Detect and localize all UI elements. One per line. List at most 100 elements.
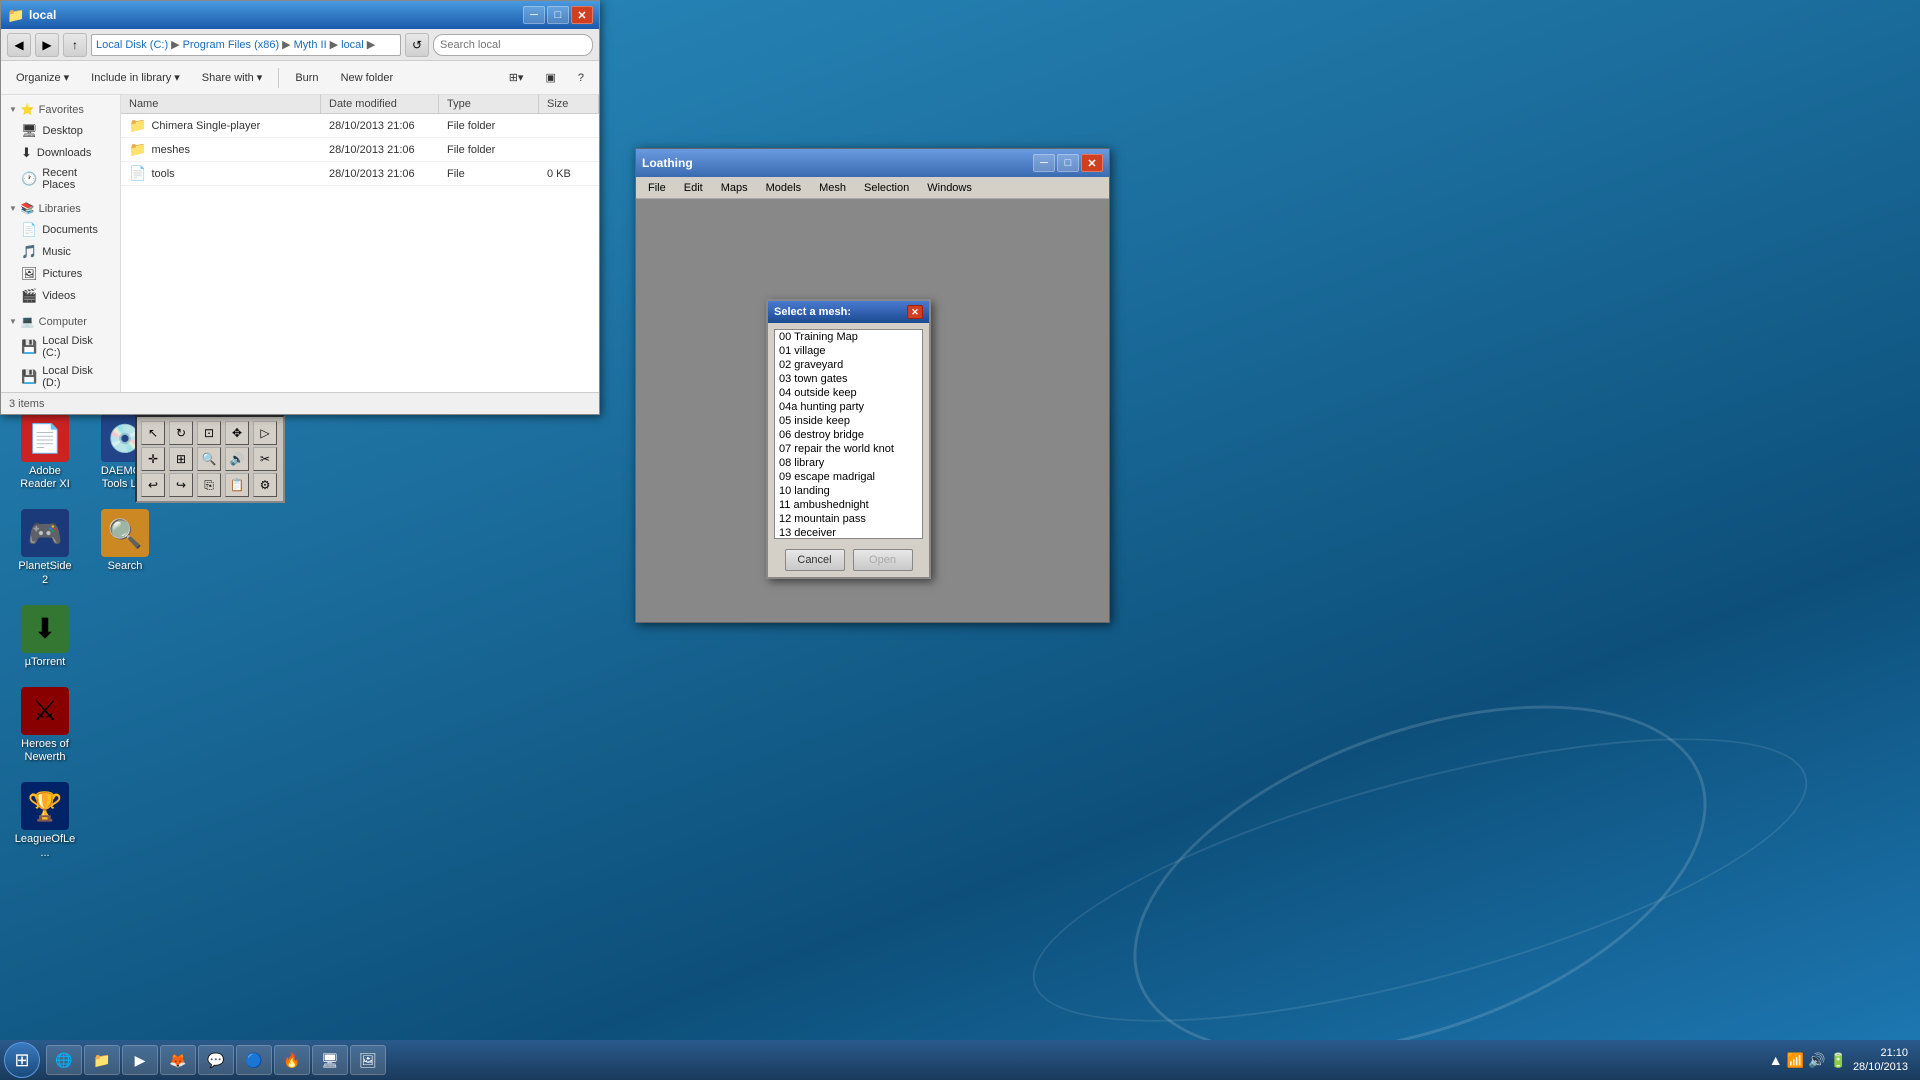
nav-item-recent-places[interactable]: 🕐 Recent Places xyxy=(1,164,120,194)
breadcrumb-myth[interactable]: Myth II xyxy=(294,39,327,51)
tool-move[interactable]: ✥ xyxy=(225,421,249,445)
breadcrumb-local-disk[interactable]: Local Disk (C:) xyxy=(96,39,168,51)
list-item[interactable]: 11 ambushednight xyxy=(775,498,922,512)
share-with-button[interactable]: Share with ▾ xyxy=(193,65,272,91)
tool-grid[interactable]: ⊞ xyxy=(169,447,193,471)
loathing-close[interactable]: ✕ xyxy=(1081,154,1103,172)
list-item[interactable]: 01 village xyxy=(775,344,922,358)
help-button[interactable]: ? xyxy=(569,65,593,91)
taskbar-explorer[interactable]: 📁 xyxy=(84,1045,120,1075)
taskbar-skype[interactable]: 💬 xyxy=(198,1045,234,1075)
column-size[interactable]: Size xyxy=(539,95,599,113)
menu-selection[interactable]: Selection xyxy=(856,180,917,196)
up-button[interactable]: ↑ xyxy=(63,33,87,57)
table-row[interactable]: 📄 tools 28/10/2013 21:06 File 0 KB xyxy=(121,162,599,186)
desktop-icon-adobe[interactable]: 📄 Adobe Reader XI xyxy=(10,410,80,495)
dialog-close-button[interactable]: ✕ xyxy=(907,305,923,319)
breadcrumb-local[interactable]: local xyxy=(341,39,364,51)
mesh-listbox[interactable]: 00 Training Map 01 village 02 graveyard … xyxy=(774,329,923,539)
open-button[interactable]: Open xyxy=(853,549,913,571)
loathing-minimize[interactable]: ─ xyxy=(1033,154,1055,172)
systray-arrow[interactable]: ▲ xyxy=(1769,1052,1783,1068)
back-button[interactable]: ◀ xyxy=(7,33,31,57)
tool-select[interactable]: ↖ xyxy=(141,421,165,445)
taskbar-ie[interactable]: 🌐 xyxy=(46,1045,82,1075)
column-name[interactable]: Name xyxy=(121,95,321,113)
list-item[interactable]: 08 library xyxy=(775,456,922,470)
tool-zoom[interactable]: 🔍 xyxy=(197,447,221,471)
tool-poly[interactable]: ▷ xyxy=(253,421,277,445)
nav-item-music[interactable]: 🎵 Music xyxy=(1,241,120,263)
taskbar-media[interactable]: ▶ xyxy=(122,1045,158,1075)
nav-item-pictures[interactable]: 🖼 Pictures xyxy=(1,263,120,285)
breadcrumb-bar[interactable]: Local Disk (C:) ▶ Program Files (x86) ▶ … xyxy=(91,34,401,56)
start-button[interactable]: ⊞ xyxy=(4,1042,40,1078)
desktop-icon-hon[interactable]: ⚔ Heroes of Newerth xyxy=(10,683,80,768)
maximize-button[interactable]: □ xyxy=(547,6,569,24)
list-item[interactable]: 10 landing xyxy=(775,484,922,498)
view-options-button[interactable]: ⊞▾ xyxy=(500,65,533,91)
menu-models[interactable]: Models xyxy=(758,180,809,196)
taskbar-chrome[interactable]: 🔵 xyxy=(236,1045,272,1075)
tool-redo[interactable]: ↪ xyxy=(169,473,193,497)
computer-header[interactable]: ▼ 💻 Computer xyxy=(1,311,120,332)
taskbar-clock[interactable]: 21:10 28/10/2013 xyxy=(1853,1046,1908,1075)
tool-copy[interactable]: ⎘ xyxy=(197,473,221,497)
list-item[interactable]: 06 destroy bridge xyxy=(775,428,922,442)
breadcrumb-program-files[interactable]: Program Files (x86) xyxy=(183,39,280,51)
desktop-icon-search[interactable]: 🔍 Search xyxy=(90,505,160,590)
list-item[interactable]: 02 graveyard xyxy=(775,358,922,372)
tool-delete[interactable]: ✂ xyxy=(253,447,277,471)
new-folder-button[interactable]: New folder xyxy=(332,65,403,91)
taskbar-photoshop[interactable]: 🖼 xyxy=(350,1045,386,1075)
tool-undo[interactable]: ↩ xyxy=(141,473,165,497)
column-type[interactable]: Type xyxy=(439,95,539,113)
tool-volume[interactable]: 🔊 xyxy=(225,447,249,471)
burn-button[interactable]: Burn xyxy=(286,65,327,91)
column-date[interactable]: Date modified xyxy=(321,95,439,113)
close-button[interactable]: ✕ xyxy=(571,6,593,24)
refresh-button[interactable]: ↺ xyxy=(405,33,429,57)
menu-maps[interactable]: Maps xyxy=(713,180,756,196)
list-item[interactable]: 09 escape madrigal xyxy=(775,470,922,484)
desktop-icon-planetside[interactable]: 🎮 PlanetSide 2 xyxy=(10,505,80,590)
list-item[interactable]: 05 inside keep xyxy=(775,414,922,428)
nav-item-desktop[interactable]: 🖥 Desktop xyxy=(1,120,120,142)
taskbar-flame[interactable]: 🔥 xyxy=(274,1045,310,1075)
minimize-button[interactable]: ─ xyxy=(523,6,545,24)
nav-item-videos[interactable]: 🎬 Videos xyxy=(1,285,120,307)
nav-item-local-d[interactable]: 💾 Local Disk (D:) xyxy=(1,362,120,392)
menu-windows[interactable]: Windows xyxy=(919,180,980,196)
list-item[interactable]: 04a hunting party xyxy=(775,400,922,414)
tool-settings[interactable]: ⚙ xyxy=(253,473,277,497)
table-row[interactable]: 📁 meshes 28/10/2013 21:06 File folder xyxy=(121,138,599,162)
desktop-icon-league[interactable]: 🏆 LeagueOfLe... xyxy=(10,778,80,863)
menu-file[interactable]: File xyxy=(640,180,674,196)
tool-rotate[interactable]: ↻ xyxy=(169,421,193,445)
list-item[interactable]: 13 deceiver xyxy=(775,526,922,539)
tool-scale[interactable]: ⊡ xyxy=(197,421,221,445)
list-item[interactable]: 03 town gates xyxy=(775,372,922,386)
forward-button[interactable]: ▶ xyxy=(35,33,59,57)
cancel-button[interactable]: Cancel xyxy=(785,549,845,571)
include-in-library-button[interactable]: Include in library ▾ xyxy=(82,65,189,91)
loathing-maximize[interactable]: □ xyxy=(1057,154,1079,172)
list-item[interactable]: 12 mountain pass xyxy=(775,512,922,526)
list-item[interactable]: 04 outside keep xyxy=(775,386,922,400)
organize-button[interactable]: Organize ▾ xyxy=(7,65,78,91)
nav-item-documents[interactable]: 📄 Documents xyxy=(1,219,120,241)
search-input[interactable] xyxy=(433,34,593,56)
favorites-header[interactable]: ▼ ⭐ Favorites xyxy=(1,99,120,120)
taskbar-monitors[interactable]: 🖥 xyxy=(312,1045,348,1075)
tool-paste[interactable]: 📋 xyxy=(225,473,249,497)
nav-item-downloads[interactable]: ⬇ Downloads xyxy=(1,142,120,164)
tool-cursor[interactable]: ✛ xyxy=(141,447,165,471)
table-row[interactable]: 📁 Chimera Single-player 28/10/2013 21:06… xyxy=(121,114,599,138)
list-item[interactable]: 07 repair the world knot xyxy=(775,442,922,456)
preview-button[interactable]: ▣ xyxy=(536,65,564,91)
taskbar-firefox[interactable]: 🦊 xyxy=(160,1045,196,1075)
list-item[interactable]: 00 Training Map xyxy=(775,330,922,344)
libraries-header[interactable]: ▼ 📚 Libraries xyxy=(1,198,120,219)
desktop-icon-utorrent[interactable]: ⬇ µTorrent xyxy=(10,601,80,673)
menu-edit[interactable]: Edit xyxy=(676,180,711,196)
